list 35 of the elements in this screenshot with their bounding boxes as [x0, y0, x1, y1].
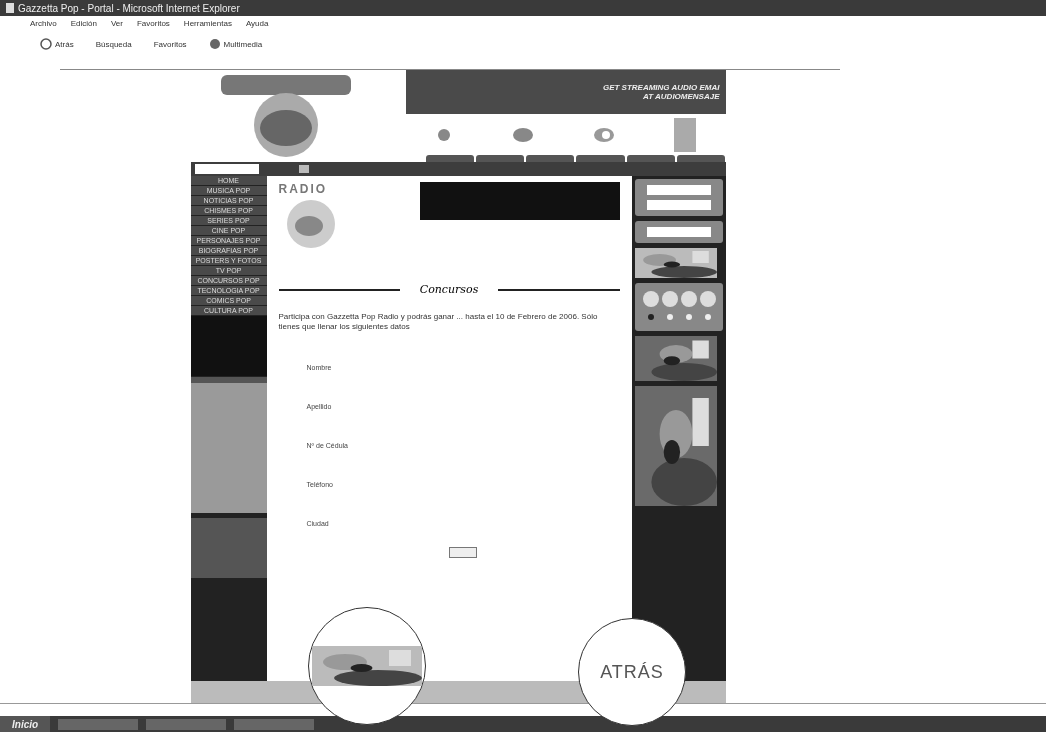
- back-link[interactable]: ATRÁS: [600, 661, 664, 683]
- nav-tab[interactable]: [677, 155, 726, 162]
- toolbar-button[interactable]: Multimedia: [208, 38, 263, 50]
- input-field[interactable]: [646, 227, 711, 237]
- nav-tab[interactable]: [626, 155, 676, 162]
- nav-tab[interactable]: [526, 155, 575, 162]
- poster-icon: [674, 117, 696, 152]
- taskbar-button[interactable]: [234, 718, 315, 730]
- globe-icon: [208, 38, 221, 50]
- nav-tab[interactable]: [425, 155, 474, 162]
- menu-item[interactable]: Archivo: [30, 19, 57, 28]
- toolbar-button[interactable]: Atrás: [40, 38, 74, 50]
- menu-item[interactable]: Herramientas: [183, 19, 232, 28]
- taskbar-button[interactable]: [58, 718, 139, 730]
- toolbar-button[interactable]: Favoritos: [153, 39, 187, 49]
- search-field[interactable]: [194, 164, 259, 174]
- input-field[interactable]: [646, 200, 711, 210]
- section-title: Concursos: [419, 283, 479, 296]
- calendar-icon: [298, 165, 309, 173]
- submit-button[interactable]: [448, 547, 477, 558]
- menu-item[interactable]: Edición: [70, 19, 97, 28]
- menu-item[interactable]: Ver: [110, 19, 123, 28]
- window-title: Gazzetta Pop - Portal - Microsoft Internet Explorer: [18, 2, 240, 14]
- toolbar-button[interactable]: Búsqueda: [95, 39, 132, 49]
- nav-tab[interactable]: [475, 155, 525, 162]
- page-icon: [6, 3, 14, 13]
- menu-item[interactable]: Ayuda: [245, 19, 269, 28]
- radio-title: RADIO: [278, 182, 329, 196]
- menu-item[interactable]: Favoritos: [136, 19, 170, 28]
- start-button[interactable]: Inicio: [0, 716, 51, 732]
- intro-text: Participa con Gazzetta Pop Radio y podrás ganar ... hasta el 10 de Febrero de 2006. Sólo tienes que llenar los siguientes datos: [278, 312, 599, 332]
- disc-icon: [512, 125, 534, 144]
- taskbar-button[interactable]: [146, 718, 227, 730]
- banner-ad[interactable]: GET STREAMING AUDIO EMAI AT AUDIOMENSAJE: [405, 70, 726, 114]
- input-field[interactable]: [646, 185, 711, 195]
